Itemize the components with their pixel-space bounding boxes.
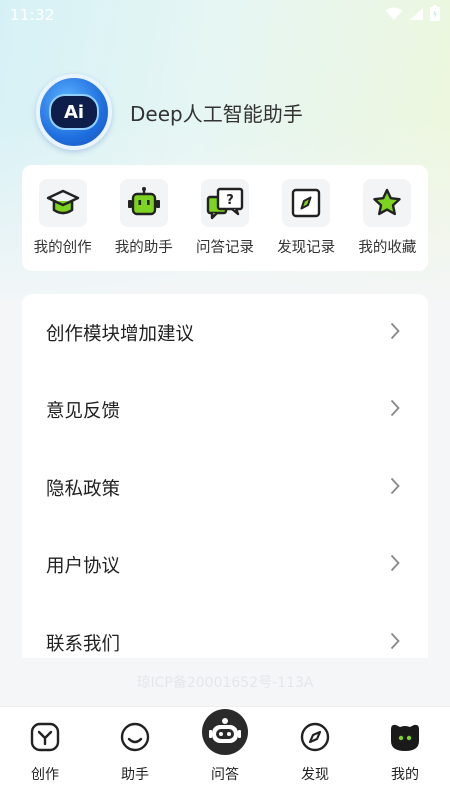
quick-action-label: 我的助手 (114, 240, 173, 256)
quick-action-label: 我的收藏 (358, 240, 417, 256)
robot-icon (119, 179, 168, 227)
quick-action-label: 发现记录 (277, 240, 336, 256)
chevron-right-icon (390, 399, 400, 421)
quick-action-label: 问答记录 (195, 240, 254, 256)
quick-action-label: 我的创作 (33, 240, 92, 256)
avatar[interactable]: Ai (36, 74, 112, 150)
compass-icon (297, 719, 333, 755)
nav-label: 发现 (301, 767, 329, 783)
settings-item-label: 创作模块增加建议 (46, 323, 195, 345)
quick-action-discover-history[interactable]: 发现记录 (266, 179, 346, 257)
avatar-text: Ai (63, 101, 85, 123)
nav-tab-create[interactable]: 创作 (0, 707, 90, 800)
nav-label: 创作 (31, 767, 59, 783)
battery-icon (430, 5, 440, 25)
create-icon (27, 719, 63, 755)
app-name: Deep人工智能助手 (130, 101, 303, 126)
settings-item-label: 用户协议 (46, 556, 121, 578)
nav-tab-qa[interactable]: 问答 (180, 707, 270, 800)
settings-item-label: 意见反馈 (46, 401, 121, 423)
icp-footer: 琼ICP备20001652号-113A (136, 675, 314, 691)
status-icons (385, 5, 440, 25)
graduation-cap-icon (38, 179, 87, 227)
settings-item-feedback[interactable]: 意见反馈 (22, 372, 428, 450)
qa-bubbles-icon: ? (200, 179, 249, 227)
avatar-badge: Ai (49, 94, 99, 130)
chevron-right-icon (390, 632, 400, 654)
settings-list: 创作模块增加建议 意见反馈 隐私政策 用户协议 联系我们 (22, 294, 428, 658)
chevron-right-icon (390, 477, 400, 499)
signal-icon (409, 6, 424, 25)
nav-label: 我的 (391, 767, 419, 783)
profile-header: Ai Deep人工智能助手 (36, 74, 303, 150)
nav-label: 助手 (121, 767, 149, 783)
quick-action-my-creations[interactable]: 我的创作 (23, 179, 103, 257)
svg-text:?: ? (226, 193, 234, 208)
bottom-nav: 创作 助手 问答 发现 我的 (0, 706, 450, 800)
settings-item-privacy-policy[interactable]: 隐私政策 (22, 449, 428, 527)
profile-face-icon (387, 719, 423, 755)
wifi-icon (385, 6, 403, 25)
status-bar: 11:32 (0, 0, 450, 30)
settings-item-contact-us[interactable]: 联系我们 (22, 604, 428, 658)
settings-item-label: 联系我们 (46, 633, 121, 655)
robot-face-icon (202, 709, 248, 755)
quick-actions-card: 我的创作 我的助手 ? 问答记录 发现记录 我的收藏 (22, 165, 428, 271)
settings-item-creation-suggestion[interactable]: 创作模块增加建议 (22, 294, 428, 372)
smile-icon (117, 719, 153, 755)
nav-tab-mine[interactable]: 我的 (360, 707, 450, 800)
nav-tab-assistant[interactable]: 助手 (90, 707, 180, 800)
star-icon (363, 179, 412, 227)
settings-item-user-agreement[interactable]: 用户协议 (22, 527, 428, 605)
status-time: 11:32 (10, 6, 55, 24)
quick-action-my-assistant[interactable]: 我的助手 (104, 179, 184, 257)
nav-tab-discover[interactable]: 发现 (270, 707, 360, 800)
compass-icon (282, 179, 331, 227)
chevron-right-icon (390, 322, 400, 344)
nav-label: 问答 (211, 767, 239, 783)
chevron-right-icon (390, 554, 400, 576)
quick-action-qa-history[interactable]: ? 问答记录 (185, 179, 265, 257)
settings-item-label: 隐私政策 (46, 478, 121, 500)
quick-action-my-favorites[interactable]: 我的收藏 (347, 179, 427, 257)
